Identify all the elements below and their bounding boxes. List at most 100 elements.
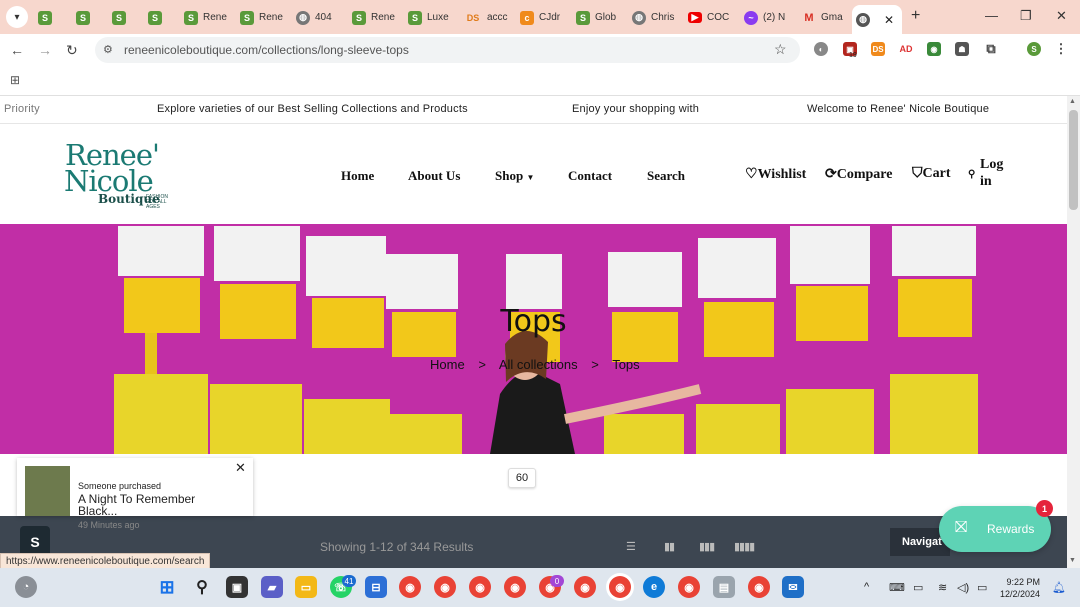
chrome-icon[interactable]: ◉	[678, 576, 700, 598]
browser-menu-icon[interactable]: ⋮	[1054, 41, 1068, 56]
browser-tab[interactable]: S Rene	[348, 5, 398, 30]
browser-tab-active[interactable]: ◍ ✕	[852, 5, 902, 34]
tab-search-button[interactable]: ▾	[6, 6, 28, 28]
site-info-icon[interactable]: ⚙	[103, 43, 113, 56]
windows-start-icon[interactable]: ⊞	[156, 576, 178, 598]
browser-tab[interactable]: S Glob	[572, 5, 622, 30]
extension-icon[interactable]: DS	[871, 42, 885, 56]
notepad-icon[interactable]: ▤	[713, 576, 735, 598]
browser-tab[interactable]: S Rene	[180, 5, 230, 30]
scroll-down-arrow-icon[interactable]: ▼	[1069, 557, 1076, 564]
browser-tab[interactable]: ◍ Chris	[628, 5, 678, 30]
announcement-marquee: Priority Explore varieties of our Best S…	[0, 96, 1067, 124]
browser-tab[interactable]: S	[108, 5, 142, 30]
apps-grid-icon[interactable]: ⊞	[10, 73, 20, 87]
whatsapp-badge: 41	[342, 575, 356, 587]
chrome-icon[interactable]: ◉	[748, 576, 770, 598]
nav-home[interactable]: Home	[341, 168, 374, 184]
nav-search[interactable]: Search	[647, 168, 685, 184]
wishlist-link[interactable]: ♡Wishlist	[745, 166, 806, 183]
display-icon[interactable]: ▭	[913, 581, 923, 594]
extensions-puzzle-icon[interactable]: ⧉	[984, 41, 998, 56]
volume-icon[interactable]: ◁)	[957, 581, 969, 594]
battery-icon[interactable]: ▭	[977, 581, 987, 594]
rewards-button[interactable]: ⛝ Rewards	[939, 506, 1051, 552]
list-view-icon[interactable]: ☰	[626, 540, 636, 553]
browser-tab[interactable]: c CJdr	[516, 5, 566, 30]
shopify-icon: S	[148, 10, 162, 25]
browser-tab[interactable]: DS accc	[460, 5, 510, 30]
teams-icon[interactable]: ▰	[261, 576, 283, 598]
grid-2-view-icon[interactable]: ▮▮	[664, 540, 675, 553]
popup-purchaser: Someone purchased	[78, 481, 162, 491]
shopify-icon: S	[184, 10, 198, 25]
grid-3-view-icon[interactable]: ▮▮▮	[699, 540, 715, 553]
browser-tab[interactable]: S	[34, 5, 68, 30]
close-popup-icon[interactable]: ✕	[235, 460, 246, 476]
edge-icon[interactable]: e	[643, 576, 665, 598]
nav-contact[interactable]: Contact	[568, 168, 612, 184]
browser-tab[interactable]: ◍ 404	[292, 5, 342, 30]
login-link[interactable]: ⚲ Log in	[968, 156, 1003, 190]
user-icon: ⚲	[968, 169, 976, 180]
extension-icon[interactable]: ☗	[955, 42, 969, 56]
gmail-icon: M	[804, 11, 814, 24]
breadcrumb-home[interactable]: Home	[430, 357, 465, 372]
minimize-button[interactable]: —	[985, 8, 998, 23]
browser-tab[interactable]: S	[72, 5, 106, 30]
shopify-icon: S	[352, 10, 366, 25]
scrollbar-thumb[interactable]	[1069, 110, 1078, 210]
url-text[interactable]: reneenicoleboutique.com/collections/long…	[124, 43, 409, 57]
new-tab-button[interactable]: +	[911, 7, 920, 25]
reload-button[interactable]: ↻	[66, 42, 78, 59]
wifi-icon[interactable]: ≋	[938, 581, 947, 594]
chrome-icon[interactable]: ◉	[434, 576, 456, 598]
chrome-icon[interactable]: ◉	[504, 576, 526, 598]
breadcrumb-all-collections[interactable]: All collections	[499, 357, 578, 372]
extension-icon[interactable]: ◐	[814, 42, 828, 56]
mail-icon[interactable]: ✉	[782, 576, 804, 598]
notification-bell-icon[interactable]: 🔔︎	[1052, 581, 1066, 594]
chrome-icon[interactable]: ◉	[399, 576, 421, 598]
close-window-button[interactable]: ✕	[1056, 8, 1067, 24]
forward-button[interactable]: →	[38, 42, 52, 58]
close-tab-icon[interactable]: ✕	[884, 13, 894, 27]
profile-avatar[interactable]: S	[1027, 42, 1041, 56]
browser-tab[interactable]: ~ (2) N	[740, 5, 794, 30]
chrome-icon[interactable]: ◉	[574, 576, 596, 598]
shopify-icon: S	[38, 10, 52, 25]
nav-about-us[interactable]: About Us	[408, 168, 460, 184]
chrome-icon-active[interactable]: ◉	[609, 576, 631, 598]
browser-tab[interactable]: M Gma	[798, 5, 848, 30]
bookmark-star-icon[interactable]: ☆	[774, 41, 787, 58]
keyboard-icon[interactable]: ⌨	[889, 581, 905, 594]
restore-button[interactable]: ❐	[1020, 8, 1032, 24]
compare-link[interactable]: ⟳Compare	[825, 166, 892, 183]
shopify-icon: S	[408, 10, 422, 25]
chrome-icon[interactable]: ◉	[469, 576, 491, 598]
weather-icon[interactable]: ◔	[15, 576, 37, 598]
collection-title: Tops	[500, 304, 567, 339]
nav-shop[interactable]: Shop ▼	[495, 168, 534, 184]
scroll-up-arrow-icon[interactable]: ▲	[1069, 98, 1076, 105]
back-button[interactable]: ←	[10, 42, 24, 58]
cart-link[interactable]: ⛉Cart	[912, 166, 951, 182]
gumball-machine	[304, 236, 390, 454]
browser-tab[interactable]: ▶ COC	[684, 5, 734, 30]
system-clock[interactable]: 9:22 PM 12/2/2024	[1000, 576, 1040, 600]
grid-4-view-icon[interactable]: ▮▮▮▮	[734, 540, 755, 553]
store-icon[interactable]: ⊟	[365, 576, 387, 598]
chevron-down-icon: ▼	[526, 173, 535, 182]
cj-icon: c	[520, 10, 534, 25]
extension-icon[interactable]: AD	[899, 42, 913, 56]
popup-product-name[interactable]: A Night To Remember Black...	[78, 493, 228, 517]
browser-tab[interactable]: S Rene	[236, 5, 286, 30]
file-explorer-icon[interactable]: ▭	[295, 576, 317, 598]
extension-icon[interactable]: ◉	[927, 42, 941, 56]
site-logo[interactable]: Renee' Nicole Boutique FASHION FOR ALL A…	[62, 136, 172, 211]
search-icon[interactable]: ⚲	[191, 576, 213, 598]
task-view-icon[interactable]: ▣	[226, 576, 248, 598]
show-hidden-icons[interactable]: ^	[864, 581, 869, 593]
browser-tab[interactable]: S Luxe	[404, 5, 454, 30]
browser-tab[interactable]: S	[144, 5, 178, 30]
